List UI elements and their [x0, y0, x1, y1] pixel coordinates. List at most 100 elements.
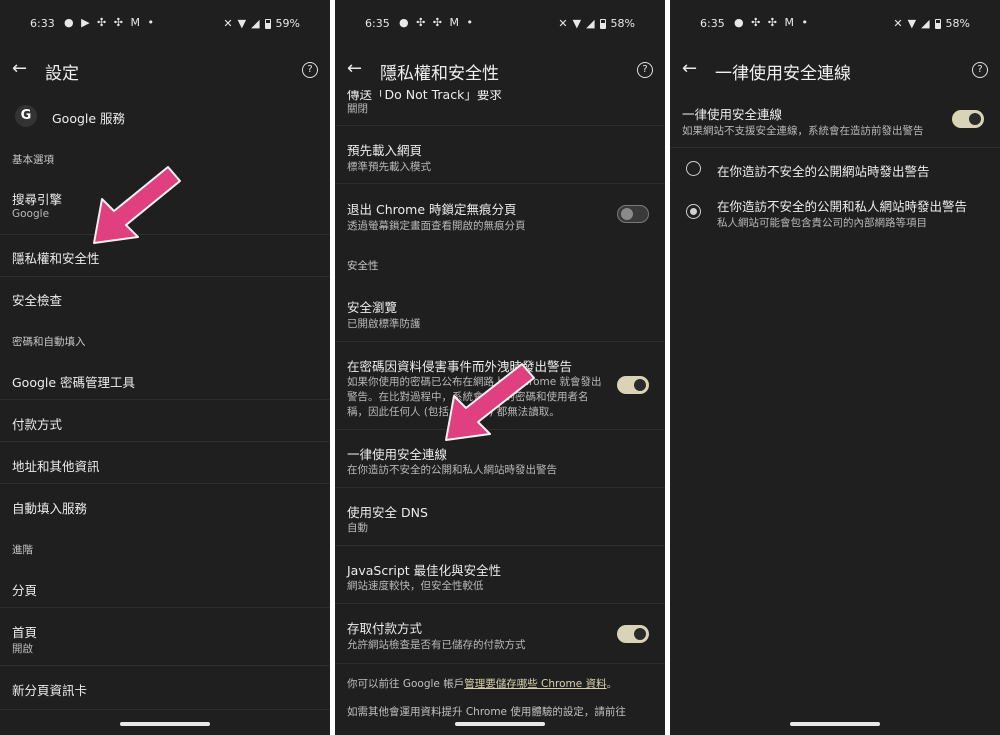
payment-access-title: 存取付款方式 [347, 621, 423, 636]
always-https-main-desc: 如果網站不支援安全連線，系統會在造訪前發出警告 [682, 125, 924, 137]
autofill-service-item[interactable]: 自動填入服務 [0, 484, 330, 526]
gesture-bar[interactable] [120, 722, 210, 726]
javascript-optimization-desc: 網站速度較快，但安全性較低 [347, 580, 484, 592]
footer-prefix: 你可以前往 Google 帳戶 [347, 678, 465, 690]
password-manager-item[interactable]: Google 密碼管理工具 [0, 358, 330, 400]
always-https-main-title: 一律使用安全連線 [682, 107, 783, 122]
new-tab-cards-label: 新分頁資訊卡 [12, 683, 88, 698]
option-public-private-desc: 私人網站可能會包含貴公司的內部網路等項目 [717, 217, 927, 229]
page-title: 隱私權和安全性 [380, 64, 499, 84]
radio-public-private-sites[interactable] [686, 204, 701, 219]
signal-icon: ◢ [251, 17, 260, 30]
top-app-bar: ← 一律使用安全連線 ? [670, 50, 1000, 90]
notification-icons: ● ▶ ✣ ✣ M • [64, 16, 156, 29]
mute-icon: ✕ [223, 17, 233, 30]
battery-icon [264, 18, 271, 29]
payment-access-desc: 允許網站檢查是否有已儲存的付款方式 [347, 639, 526, 651]
do-not-track-item[interactable]: 傳送「Do Not Track」要求 關閉 [335, 90, 665, 126]
tabs-item[interactable]: 分頁 [0, 566, 330, 608]
always-https-toggle-item[interactable]: 一律使用安全連線 如果網站不支援安全連線，系統會在造訪前發出警告 [670, 96, 1000, 148]
lock-incognito-desc: 透過螢幕鎖定畫面查看開啟的無痕分頁 [347, 220, 526, 232]
lock-incognito-item[interactable]: 退出 Chrome 時鎖定無痕分頁 透過螢幕鎖定畫面查看開啟的無痕分頁 [335, 184, 665, 244]
safety-check-item[interactable]: 安全檢查 [0, 277, 330, 319]
settings-screen: 6:33 ● ▶ ✣ ✣ M • ✕ ▼ ◢ 59% ← 設定 ? G Goog… [0, 0, 330, 735]
back-arrow-icon[interactable]: ← [682, 58, 697, 79]
help-icon[interactable]: ? [972, 62, 988, 78]
safe-browsing-item[interactable]: 安全瀏覽 已開啟標準防護 [335, 282, 665, 342]
back-arrow-icon[interactable]: ← [12, 58, 27, 79]
secure-dns-title: 使用安全 DNS [347, 505, 428, 520]
google-logo-icon: G [15, 105, 37, 127]
search-engine-value: Google [12, 208, 50, 220]
breach-warning-toggle[interactable] [617, 376, 649, 394]
payment-access-item[interactable]: 存取付款方式 允許網站檢查是否有已儲存的付款方式 [335, 604, 665, 664]
gesture-bar[interactable] [455, 722, 545, 726]
status-time: 6:35 [365, 17, 390, 30]
secure-dns-item[interactable]: 使用安全 DNS 自動 [335, 488, 665, 546]
status-right: ✕ ▼ ◢ 58% [558, 17, 635, 30]
notification-icons: ● ✣ ✣ M • [734, 16, 810, 29]
section-security: 安全性 [347, 260, 379, 272]
always-https-toggle[interactable] [952, 110, 984, 128]
preload-pages-value: 標準預先載入模式 [347, 161, 431, 173]
status-bar: 6:35 ● ✣ ✣ M • ✕ ▼ ◢ 58% [335, 14, 665, 34]
pink-arrow-annotation [93, 166, 181, 244]
option-public-private-title: 在你造訪不安全的公開和私人網站時發出警告 [717, 199, 968, 214]
payment-methods-item[interactable]: 付款方式 [0, 400, 330, 442]
address-item[interactable]: 地址和其他資訊 [0, 442, 330, 484]
manage-chrome-data-link[interactable]: 管理要儲存哪些 Chrome 資料 [464, 678, 606, 690]
privacy-security-screen: 6:35 ● ✣ ✣ M • ✕ ▼ ◢ 58% ← 隱私權和安全性 ? 傳送「… [335, 0, 665, 735]
password-manager-label: Google 密碼管理工具 [12, 375, 136, 390]
preload-pages-item[interactable]: 預先載入網頁 標準預先載入模式 [335, 126, 665, 184]
lock-incognito-toggle[interactable] [617, 205, 649, 223]
option-public-sites-label: 在你造訪不安全的公開網站時發出警告 [717, 164, 930, 179]
footer-more-settings: 如需其他會運用資料提升 Chrome 使用體驗的設定，請前往 [347, 706, 626, 718]
section-passwords: 密碼和自動填入 [12, 336, 86, 348]
wifi-icon: ▼ [237, 17, 247, 30]
safe-browsing-value: 已開啟標準防護 [347, 318, 421, 330]
help-icon[interactable]: ? [637, 62, 653, 78]
google-services-item[interactable]: G Google 服務 [0, 100, 330, 134]
top-app-bar: ← 設定 ? [0, 50, 330, 90]
do-not-track-title: 傳送「Do Not Track」要求 [347, 90, 502, 102]
mute-icon: ✕ [558, 17, 568, 30]
javascript-optimization-item[interactable]: JavaScript 最佳化與安全性 網站速度較快，但安全性較低 [335, 546, 665, 604]
tabs-label: 分頁 [12, 583, 38, 598]
signal-icon: ◢ [586, 17, 595, 30]
back-arrow-icon[interactable]: ← [347, 58, 362, 79]
new-tab-cards-item[interactable]: 新分頁資訊卡 [0, 666, 330, 710]
option-public-private-sites[interactable]: 在你造訪不安全的公開和私人網站時發出警告 私人網站可能會包含貴公司的內部網路等項… [670, 190, 1000, 236]
gesture-bar[interactable] [790, 722, 880, 726]
page-title: 一律使用安全連線 [715, 64, 851, 84]
google-services-label: Google 服務 [52, 111, 126, 126]
radio-public-sites[interactable] [686, 161, 701, 176]
do-not-track-value: 關閉 [347, 103, 368, 115]
battery-percent: 58% [610, 17, 635, 30]
help-icon[interactable]: ? [302, 62, 318, 78]
section-basic: 基本選項 [12, 154, 54, 166]
payment-access-toggle[interactable] [617, 625, 649, 643]
option-public-sites[interactable]: 在你造訪不安全的公開網站時發出警告 [670, 152, 1000, 186]
page-title: 設定 [45, 64, 79, 84]
privacy-security-label: 隱私權和安全性 [12, 251, 100, 266]
always-secure-connection-screen: 6:35 ● ✣ ✣ M • ✕ ▼ ◢ 58% ← 一律使用安全連線 ? 一律… [670, 0, 1000, 735]
status-bar: 6:35 ● ✣ ✣ M • ✕ ▼ ◢ 58% [670, 14, 1000, 34]
status-right: ✕ ▼ ◢ 59% [223, 17, 300, 30]
wifi-icon: ▼ [572, 17, 582, 30]
footer-suffix: 。 [606, 678, 618, 690]
search-engine-title: 搜尋引擎 [12, 192, 63, 207]
safe-browsing-title: 安全瀏覽 [347, 300, 398, 315]
homepage-title: 首頁 [12, 625, 38, 640]
lock-incognito-title: 退出 Chrome 時鎖定無痕分頁 [347, 202, 517, 217]
javascript-optimization-title: JavaScript 最佳化與安全性 [347, 563, 502, 578]
status-right: ✕ ▼ ◢ 58% [893, 17, 970, 30]
google-account-footer: 你可以前往 Google 帳戶管理要儲存哪些 Chrome 資料。 [347, 676, 653, 692]
battery-percent: 59% [275, 17, 300, 30]
battery-icon [599, 18, 606, 29]
notification-icons: ● ✣ ✣ M • [399, 16, 475, 29]
safety-check-label: 安全檢查 [12, 293, 63, 308]
status-time: 6:35 [700, 17, 725, 30]
autofill-service-label: 自動填入服務 [12, 501, 88, 516]
homepage-item[interactable]: 首頁 開啟 [0, 608, 330, 666]
status-time: 6:33 [30, 17, 55, 30]
